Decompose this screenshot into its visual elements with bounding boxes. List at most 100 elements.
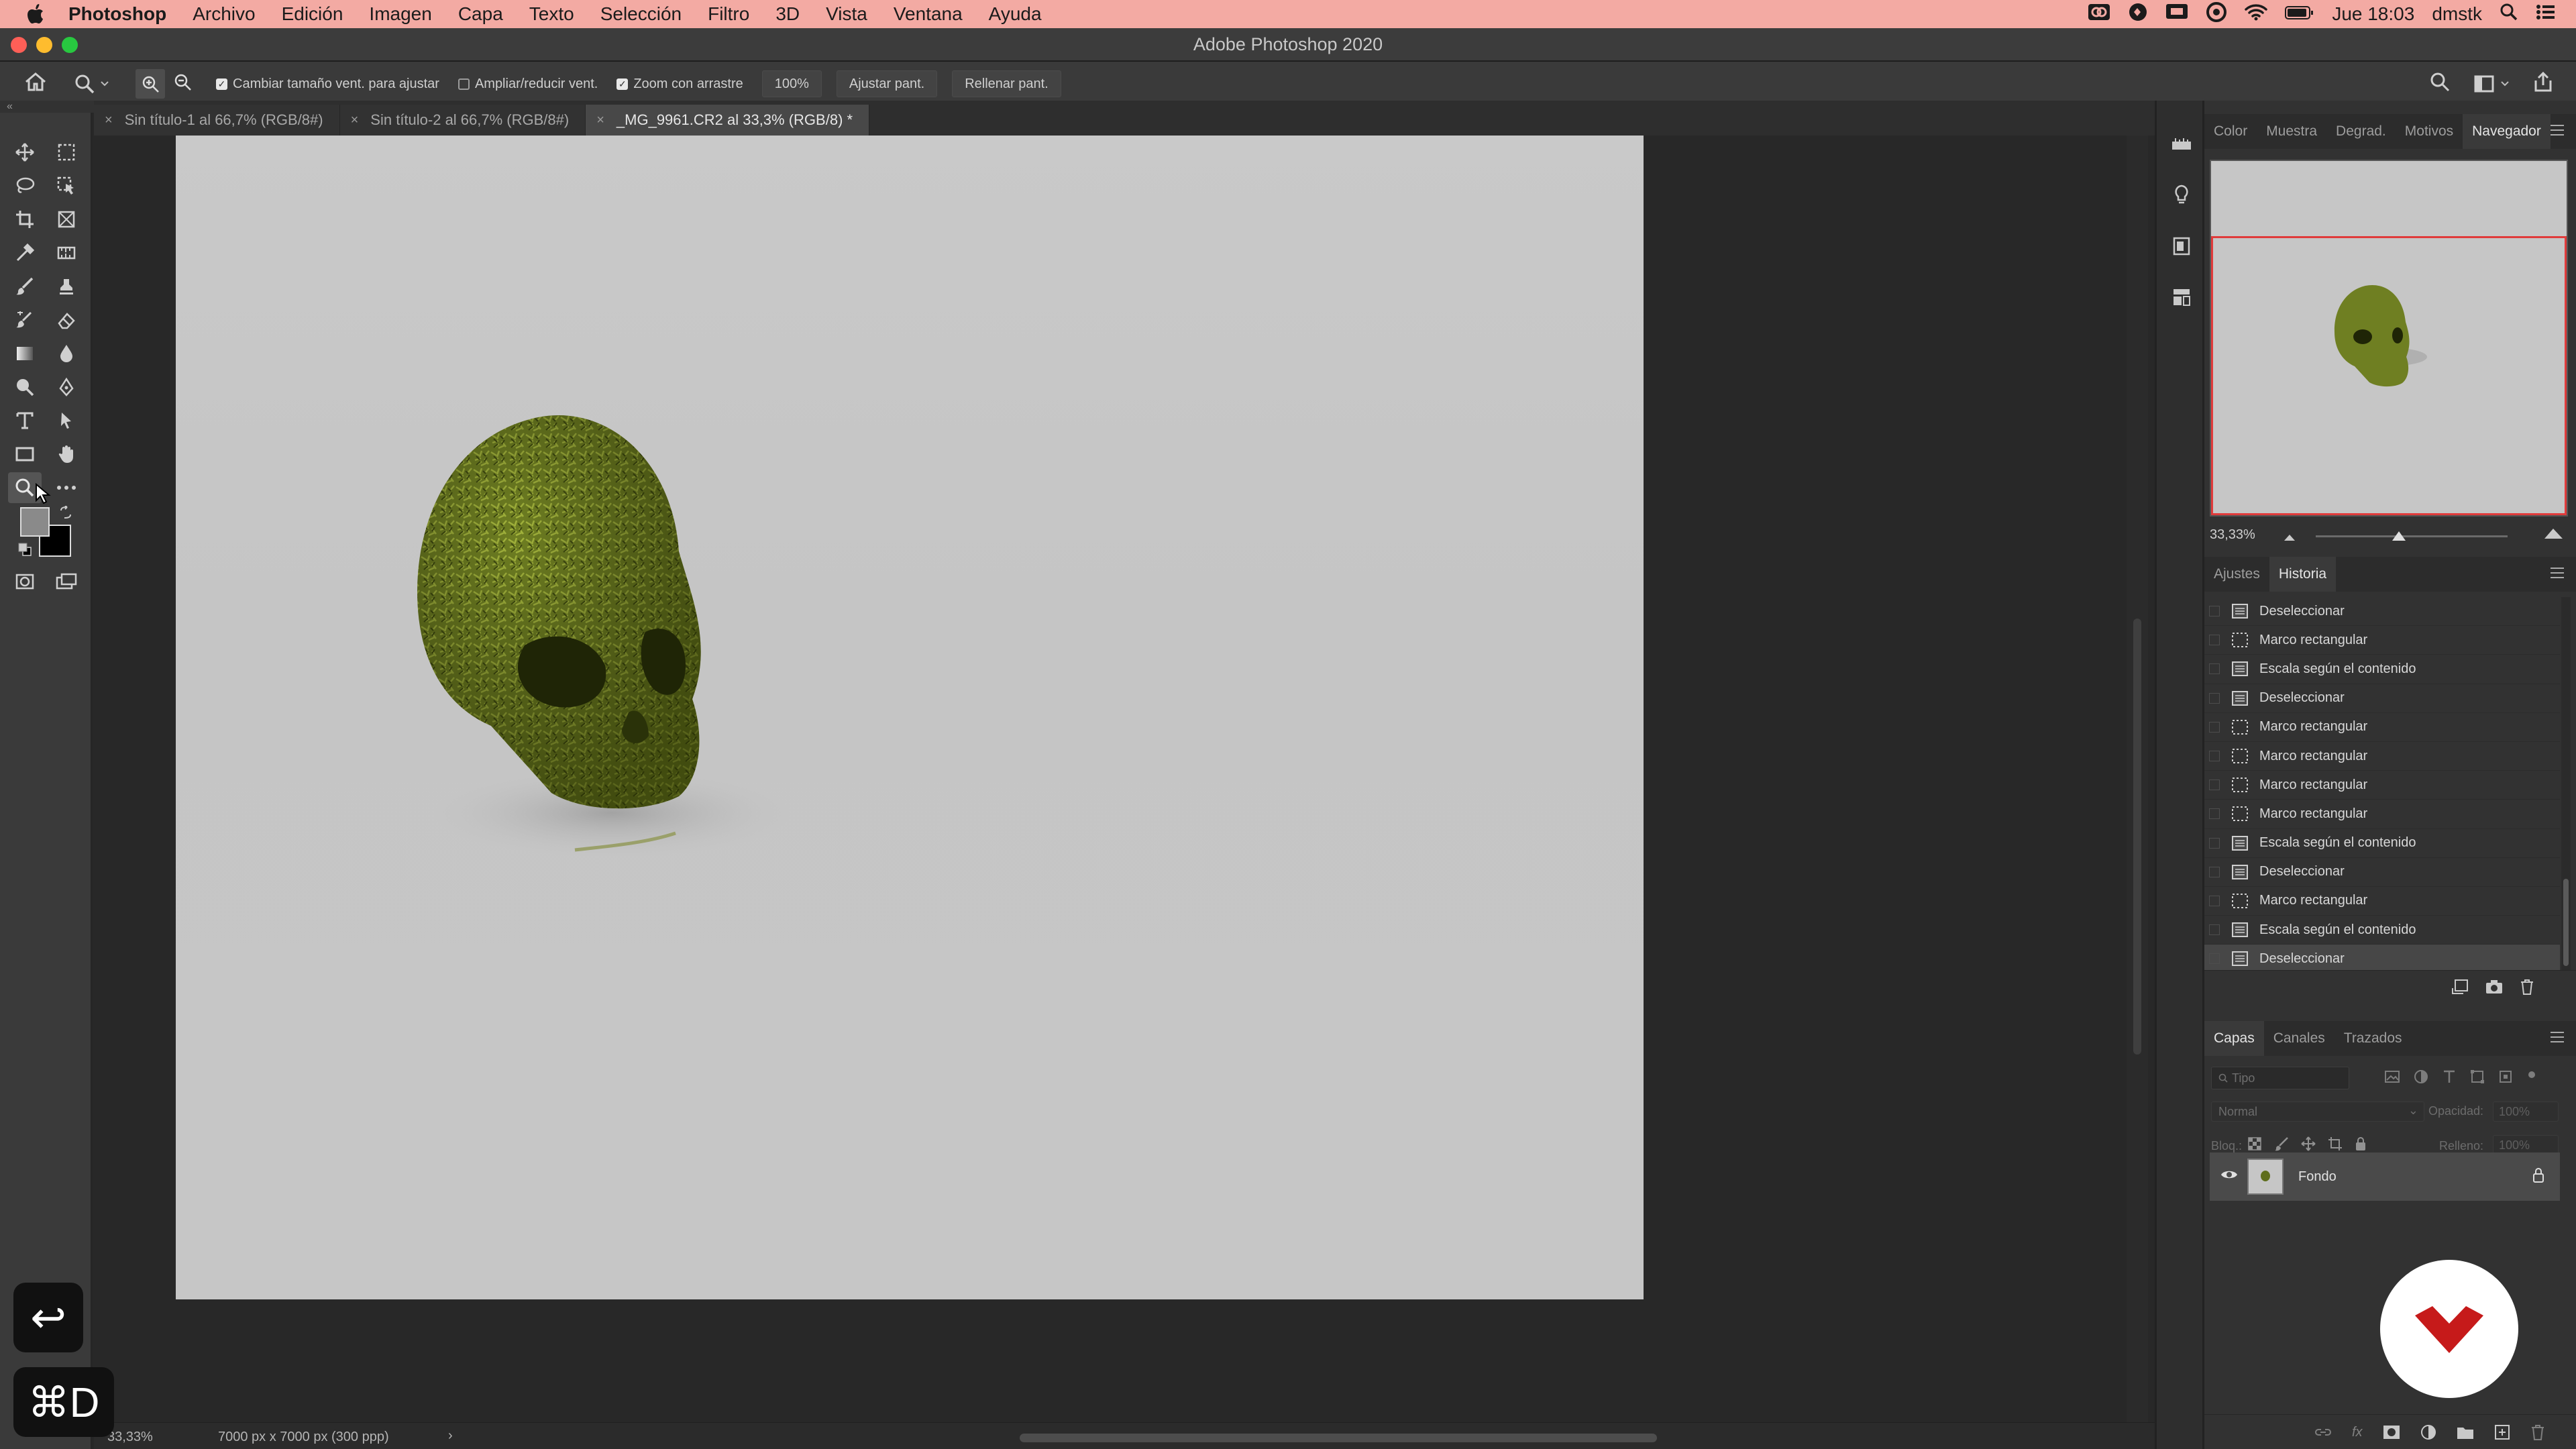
history-source-checkbox[interactable] — [2204, 713, 2224, 741]
navigator-zoom-slider[interactable] — [2316, 535, 2508, 537]
filter-pixel-icon[interactable] — [2384, 1069, 2400, 1084]
delete-layer-trash-icon[interactable] — [2530, 1424, 2545, 1440]
layer-filter-search[interactable]: Tipo — [2211, 1067, 2349, 1089]
object-selection-tool-icon[interactable] — [50, 170, 83, 201]
crop-tool-icon[interactable] — [8, 204, 42, 235]
layer-name[interactable]: Fondo — [2298, 1169, 2337, 1185]
history-state-row[interactable]: Marco rectangular — [2204, 887, 2560, 916]
new-layer-icon[interactable] — [2494, 1424, 2510, 1440]
menu-texto[interactable]: Texto — [529, 3, 574, 25]
eye-visibility-icon[interactable] — [2220, 1169, 2238, 1185]
ruler-panel-icon[interactable] — [2169, 131, 2194, 157]
filter-toggle-icon[interactable] — [2526, 1069, 2537, 1084]
control-center-icon[interactable] — [2536, 3, 2556, 25]
history-source-checkbox[interactable] — [2204, 916, 2224, 944]
tab-document-2[interactable]: × Sin título-2 al 66,7% (RGB/8#) — [339, 105, 586, 136]
resize-windows-checkbox[interactable]: ✓ Cambiar tamaño vent. para ajustar — [216, 76, 439, 92]
libraries-panel-icon[interactable] — [2169, 233, 2194, 259]
fit-screen-button[interactable]: Ajustar pant. — [836, 70, 938, 97]
tab-color[interactable]: Color — [2204, 114, 2257, 149]
history-state-row[interactable]: Escala según el contenido — [2204, 655, 2560, 684]
lasso-tool-icon[interactable] — [8, 170, 42, 201]
document-canvas[interactable] — [176, 136, 1644, 1299]
menu-ventana[interactable]: Ventana — [894, 3, 963, 25]
opacity-field[interactable]: 100% — [2493, 1102, 2559, 1122]
layer-row-fondo[interactable]: Fondo — [2210, 1152, 2560, 1201]
dodge-tool-icon[interactable] — [8, 372, 42, 402]
zoom-100-button[interactable]: 100% — [761, 70, 822, 97]
menu-3d[interactable]: 3D — [775, 3, 800, 25]
history-state-row[interactable]: Deseleccionar — [2204, 858, 2560, 887]
zoom-out-icon[interactable] — [173, 72, 192, 95]
lock-position-icon[interactable] — [2301, 1136, 2316, 1151]
history-source-checkbox[interactable] — [2204, 684, 2224, 712]
close-window-button[interactable] — [11, 37, 27, 53]
type-tool-icon[interactable] — [8, 405, 42, 436]
tab-channels[interactable]: Canales — [2264, 1021, 2334, 1056]
history-brush-tool-icon[interactable] — [8, 305, 42, 335]
hand-tool-icon[interactable] — [50, 439, 83, 470]
frame-ruler-tool-icon[interactable] — [50, 237, 83, 268]
status-expand-icon[interactable]: › — [448, 1428, 453, 1444]
horizontal-scroll-thumb[interactable] — [1020, 1434, 1657, 1442]
add-mask-icon[interactable] — [2383, 1425, 2400, 1440]
eyedropper-tool-icon[interactable] — [8, 237, 42, 268]
close-tab-icon[interactable]: × — [596, 113, 604, 128]
new-group-folder-icon[interactable] — [2457, 1425, 2474, 1440]
history-state-row[interactable]: Deseleccionar — [2204, 597, 2560, 627]
history-source-checkbox[interactable] — [2204, 742, 2224, 770]
menu-seleccion[interactable]: Selección — [600, 3, 682, 25]
tab-patterns[interactable]: Motivos — [2396, 114, 2463, 149]
more-tools-icon[interactable] — [50, 472, 83, 503]
history-state-row[interactable]: Marco rectangular — [2204, 626, 2560, 655]
default-colors-icon[interactable] — [17, 542, 32, 560]
history-source-checkbox[interactable] — [2204, 887, 2224, 915]
lock-transparent-icon[interactable] — [2247, 1136, 2262, 1151]
menu-edicion[interactable]: Edición — [282, 3, 343, 25]
history-state-row[interactable]: Marco rectangular — [2204, 742, 2560, 771]
history-source-checkbox[interactable] — [2204, 800, 2224, 828]
zoom-in-icon[interactable] — [136, 69, 165, 99]
history-state-row[interactable]: Deseleccionar — [2204, 945, 2560, 974]
history-source-checkbox[interactable] — [2204, 858, 2224, 886]
move-tool-icon[interactable] — [8, 137, 42, 168]
navigator-slider-thumb[interactable] — [2392, 531, 2406, 541]
frame-tool-icon[interactable] — [50, 204, 83, 235]
vertical-scroll-thumb[interactable] — [2133, 619, 2141, 1055]
delete-state-trash-icon[interactable] — [2520, 979, 2534, 998]
history-source-checkbox[interactable] — [2204, 829, 2224, 857]
navigator-zoom-value[interactable]: 33,33% — [2210, 527, 2255, 543]
history-source-checkbox[interactable] — [2204, 626, 2224, 654]
share-icon[interactable] — [2533, 71, 2553, 97]
path-selection-tool-icon[interactable] — [50, 405, 83, 436]
history-state-row[interactable]: Marco rectangular — [2204, 771, 2560, 800]
filter-smart-object-icon[interactable] — [2498, 1069, 2513, 1084]
gradient-tool-icon[interactable] — [8, 338, 42, 369]
swap-colors-icon[interactable] — [59, 505, 72, 523]
menu-app-name[interactable]: Photoshop — [68, 3, 166, 25]
menu-vista[interactable]: Vista — [826, 3, 867, 25]
close-tab-icon[interactable]: × — [351, 113, 359, 128]
battery-icon[interactable] — [2285, 3, 2314, 25]
collapse-left-icon[interactable]: « — [7, 101, 13, 113]
navigator-preview[interactable] — [2210, 160, 2568, 517]
link-layers-icon[interactable] — [2314, 1425, 2332, 1440]
tab-history[interactable]: Historia — [2269, 557, 2337, 592]
filter-type-icon[interactable] — [2442, 1069, 2457, 1084]
tab-document-1[interactable]: × Sin título-1 al 66,7% (RGB/8#) — [94, 105, 340, 136]
marquee-tool-icon[interactable] — [50, 137, 83, 168]
history-source-checkbox[interactable] — [2204, 945, 2224, 973]
vertical-scrollbar[interactable] — [2127, 136, 2148, 1422]
canvas-area[interactable] — [94, 136, 2123, 1422]
screen-mirror-icon[interactable] — [2165, 3, 2188, 25]
scrubby-zoom-checkbox[interactable]: ✓ Zoom con arrastre — [616, 76, 743, 92]
history-scrollbar[interactable] — [2561, 597, 2571, 970]
status-zoom[interactable]: 33,33% — [107, 1430, 153, 1445]
workspace-icon[interactable] — [2474, 75, 2509, 93]
menu-ayuda[interactable]: Ayuda — [989, 3, 1042, 25]
status-doc-info[interactable]: 7000 px x 7000 px (300 ppp) — [218, 1430, 389, 1445]
lock-pixels-brush-icon[interactable] — [2274, 1136, 2289, 1151]
close-tab-icon[interactable]: × — [105, 113, 113, 128]
zoom-tool-preset-icon[interactable] — [74, 73, 109, 95]
spotlight-icon[interactable] — [2500, 3, 2518, 26]
